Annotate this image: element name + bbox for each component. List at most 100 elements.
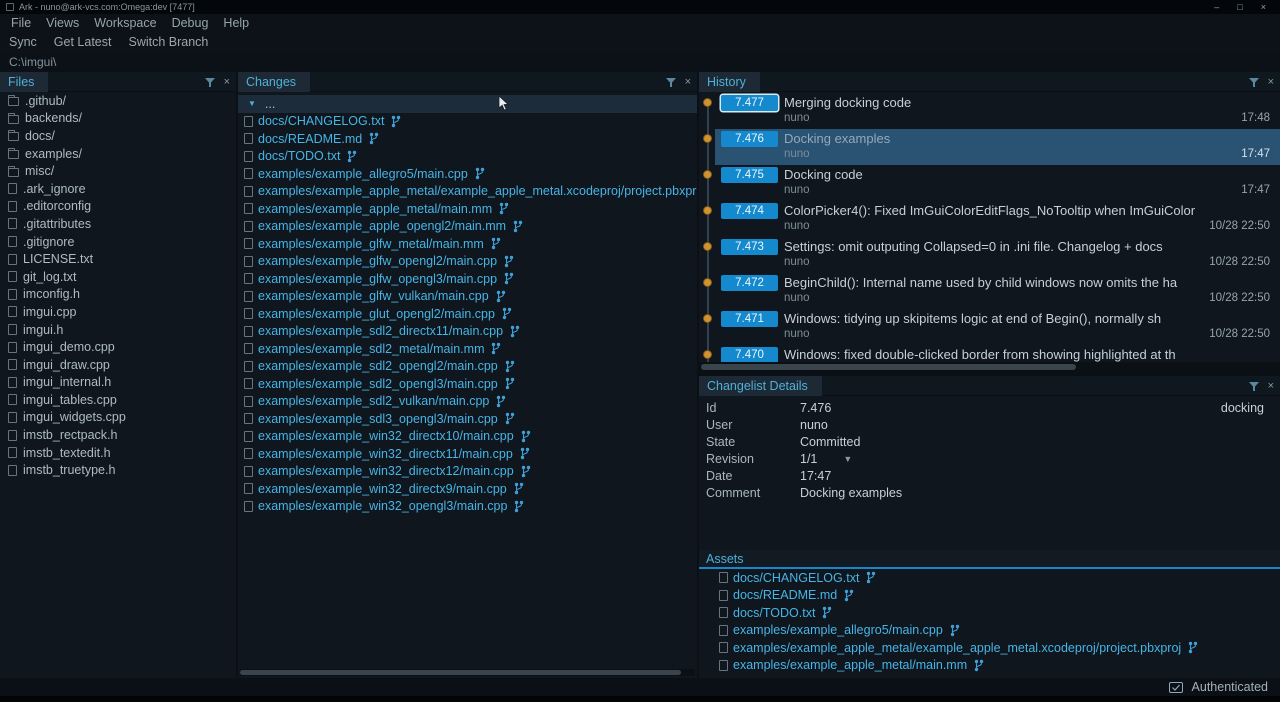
history-panel-header[interactable]: History × [699,72,1280,92]
history-time: 10/28 22:50 [1209,220,1270,232]
menu-item-workspace[interactable]: Workspace [94,16,156,30]
filter-icon[interactable] [1249,382,1259,391]
close-icon[interactable]: × [1268,381,1274,392]
asset-row[interactable]: docs/TODO.txt [699,604,1280,622]
file-tree-row[interactable]: git_log.txt [0,268,236,286]
changed-file-row[interactable]: examples/example_apple_metal/main.mm [238,200,697,218]
horizontal-scrollbar[interactable] [701,363,1278,371]
detail-label: Comment [706,486,800,500]
changed-file-row[interactable]: examples/example_glfw_metal/main.mm [238,235,697,253]
changed-file-row[interactable]: examples/example_win32_directx12/main.cp… [238,463,697,481]
changed-file-row[interactable]: examples/example_win32_directx9/main.cpp [238,480,697,498]
file-tree-row[interactable]: .ark_ignore [0,180,236,198]
maximize-button[interactable]: □ [1237,2,1242,12]
files-panel-header[interactable]: Files × [0,72,236,92]
minimize-button[interactable]: – [1214,2,1219,12]
changed-file-row[interactable]: examples/example_apple_opengl2/main.mm [238,218,697,236]
file-tree-row[interactable]: .gitignore [0,233,236,251]
changes-root-row[interactable]: ▼ ... [238,95,697,113]
history-row[interactable]: 7.474 ColorPicker4(): Fixed ImGuiColorEd… [699,201,1280,237]
changed-file-row[interactable]: examples/example_sdl2_opengl2/main.cpp [238,358,697,376]
toolbar-button-get-latest[interactable]: Get Latest [54,35,112,49]
changed-file-row[interactable]: examples/example_sdl2_metal/main.mm [238,340,697,358]
changed-file-row[interactable]: examples/example_allegro5/main.cpp [238,165,697,183]
history-row[interactable]: 7.476 Docking examples nuno 17:47 [699,129,1280,165]
close-button[interactable]: × [1261,2,1266,12]
changed-file-row[interactable]: examples/example_win32_directx11/main.cp… [238,445,697,463]
toolbar-button-switch-branch[interactable]: Switch Branch [128,35,208,49]
close-icon[interactable]: × [224,77,230,88]
file-tree-row[interactable]: .gitattributes [0,215,236,233]
file-name: LICENSE.txt [23,252,93,266]
history-row[interactable]: 7.473 Settings: omit outputing Collapsed… [699,237,1280,273]
details-panel-header[interactable]: Changelist Details × [699,376,1280,396]
title-bar[interactable]: Ark - nuno@ark-vcs.com:Omega:dev [7477] … [0,0,1280,14]
asset-row[interactable]: docs/CHANGELOG.txt [699,569,1280,587]
file-tree-row[interactable]: .editorconfig [0,198,236,216]
file-tree-row[interactable]: imstb_rectpack.h [0,426,236,444]
file-tree-row[interactable]: LICENSE.txt [0,250,236,268]
detail-field[interactable]: Revision 1/1 ▼ [699,450,1280,467]
filter-icon[interactable] [666,78,676,87]
changed-file-row[interactable]: examples/example_sdl3_opengl3/main.cpp [238,410,697,428]
changed-file-row[interactable]: docs/CHANGELOG.txt [238,113,697,131]
menu-item-file[interactable]: File [11,16,31,30]
file-tree-row[interactable]: .github/ [0,92,236,110]
changed-file-row[interactable]: examples/example_sdl2_directx11/main.cpp [238,323,697,341]
file-tree-row[interactable]: examples/ [0,145,236,163]
file-tree-row[interactable]: imstb_textedit.h [0,444,236,462]
asset-row[interactable]: examples/example_allegro5/main.cpp [699,622,1280,640]
file-tree-row[interactable]: imgui_tables.cpp [0,391,236,409]
asset-row[interactable]: examples/example_apple_metal/main.mm [699,657,1280,675]
history-row[interactable]: 7.477 Merging docking code nuno 17:48 [699,93,1280,129]
changed-file-path: examples/example_glfw_opengl2/main.cpp [258,254,497,268]
chevron-down-icon[interactable]: ▼ [248,99,256,108]
file-tree-row[interactable]: imgui.h [0,321,236,339]
close-icon[interactable]: × [685,77,691,88]
file-tree-row[interactable]: backends/ [0,110,236,128]
changed-file-row[interactable]: examples/example_apple_metal/example_app… [238,183,697,201]
filter-icon[interactable] [1249,78,1259,87]
file-tree-row[interactable]: imconfig.h [0,286,236,304]
file-tree-row[interactable]: docs/ [0,127,236,145]
scrollbar-thumb[interactable] [240,670,681,675]
path-bar[interactable]: C:\imgui\ [0,52,1280,72]
changed-file-row[interactable]: examples/example_win32_opengl3/main.cpp [238,498,697,516]
changed-file-row[interactable]: examples/example_glut_opengl2/main.cpp [238,305,697,323]
file-tree-row[interactable]: imgui_draw.cpp [0,356,236,374]
close-icon[interactable]: × [1268,77,1274,88]
history-row[interactable]: 7.471 Windows: tidying up skipitems logi… [699,309,1280,345]
file-tree-row[interactable]: imstb_truetype.h [0,461,236,479]
filter-icon[interactable] [205,78,215,87]
scrollbar-thumb[interactable] [701,364,1076,370]
file-tree-row[interactable]: imgui_widgets.cpp [0,409,236,427]
changed-file-row[interactable]: examples/example_glfw_opengl3/main.cpp [238,270,697,288]
file-tree-row[interactable]: imgui_demo.cpp [0,338,236,356]
horizontal-scrollbar[interactable] [240,669,695,676]
history-row[interactable]: 7.475 Docking code nuno 17:47 [699,165,1280,201]
file-tree-row[interactable]: imgui_internal.h [0,374,236,392]
changes-panel-header[interactable]: Changes × [238,72,697,92]
file-tree-row[interactable]: imgui.cpp [0,303,236,321]
changed-file-row[interactable]: examples/example_win32_directx10/main.cp… [238,428,697,446]
changed-file-row[interactable]: examples/example_glfw_opengl2/main.cpp [238,253,697,271]
assets-header[interactable]: Assets [699,550,1280,569]
changed-file-row[interactable]: docs/TODO.txt [238,148,697,166]
asset-row[interactable]: docs/README.md [699,587,1280,605]
menu-item-debug[interactable]: Debug [172,16,209,30]
asset-row[interactable]: examples/example_apple_metal/example_app… [699,639,1280,657]
file-tree-row[interactable]: misc/ [0,162,236,180]
history-comment: Docking examples [784,131,1278,146]
changed-file-row[interactable]: examples/example_sdl2_opengl3/main.cpp [238,375,697,393]
history-time: 17:47 [1241,184,1270,196]
menu-item-views[interactable]: Views [46,16,79,30]
changed-file-row[interactable]: examples/example_glfw_vulkan/main.cpp [238,288,697,306]
menu-item-help[interactable]: Help [223,16,249,30]
changed-file-row[interactable]: docs/README.md [238,130,697,148]
chevron-down-icon[interactable]: ▼ [843,454,852,464]
branch-icon [844,589,854,602]
history-row[interactable]: 7.470 Windows: fixed double-clicked bord… [699,345,1280,362]
toolbar-button-sync[interactable]: Sync [9,35,37,49]
changed-file-row[interactable]: examples/example_sdl2_vulkan/main.cpp [238,393,697,411]
history-row[interactable]: 7.472 BeginChild(): Internal name used b… [699,273,1280,309]
